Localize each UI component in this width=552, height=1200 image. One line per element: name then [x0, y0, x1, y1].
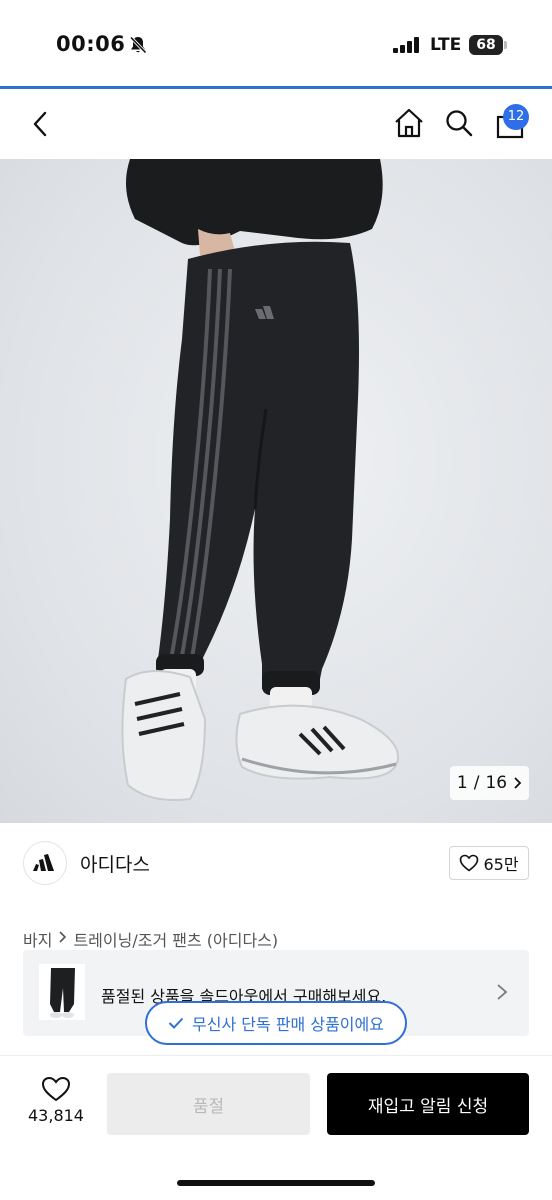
- home-icon: [395, 108, 423, 138]
- product-photo: [121, 159, 400, 802]
- adidas-logo: [33, 854, 54, 871]
- brand-name[interactable]: 아디다스: [80, 850, 150, 877]
- brand-logo[interactable]: [23, 841, 67, 885]
- network-type: LTE: [430, 35, 462, 55]
- wishlist-count: 43,814: [28, 1106, 84, 1125]
- brand-like-count: 65만: [483, 855, 519, 874]
- restock-alert-button[interactable]: 재입고 알림 신청: [327, 1073, 529, 1135]
- battery-tip: [504, 41, 507, 49]
- back-icon: [33, 111, 47, 137]
- search-icon: [446, 110, 473, 137]
- wishlist-button[interactable]: 43,814: [24, 1076, 88, 1132]
- chevron-right-icon: [514, 777, 522, 789]
- soldout-button[interactable]: 품절: [107, 1073, 310, 1135]
- heart-icon: [41, 1076, 71, 1102]
- soldout-thumbnail: [39, 964, 85, 1020]
- app-header: [0, 89, 552, 159]
- breadcrumb-item[interactable]: 바지: [23, 927, 52, 951]
- brand-like-button[interactable]: 65만: [449, 846, 529, 880]
- home-indicator: [177, 1180, 375, 1186]
- status-time: 00:06: [56, 32, 126, 56]
- image-counter-separator: /: [473, 773, 480, 793]
- image-counter[interactable]: 1 / 16: [450, 766, 529, 800]
- exclusive-text: 무신사 단독 판매 상품이에요: [192, 1015, 384, 1034]
- signal-icon: [393, 37, 419, 53]
- exclusive-badge: 무신사 단독 판매 상품이에요: [145, 1001, 407, 1045]
- image-counter-total: 16: [485, 773, 508, 793]
- chevron-right-icon: [497, 984, 508, 1000]
- cart-count-badge: 12: [503, 104, 529, 130]
- status-bar: 00:06 LTE 68: [0, 0, 552, 86]
- home-button[interactable]: [390, 103, 428, 143]
- breadcrumb: 바지 트레이닝/조거 팬츠 (아디다스): [23, 927, 278, 951]
- breadcrumb-item[interactable]: 트레이닝/조거 팬츠 (아디다스): [73, 927, 278, 951]
- chevron-right-icon: [59, 931, 67, 943]
- battery-indicator: 68: [469, 35, 503, 55]
- bell-off-icon: [129, 36, 147, 54]
- search-button[interactable]: [440, 103, 478, 143]
- check-icon: [168, 1017, 184, 1029]
- image-counter-current: 1: [456, 773, 468, 793]
- heart-icon: [460, 854, 479, 872]
- product-image[interactable]: [0, 159, 552, 823]
- back-button[interactable]: [22, 105, 58, 143]
